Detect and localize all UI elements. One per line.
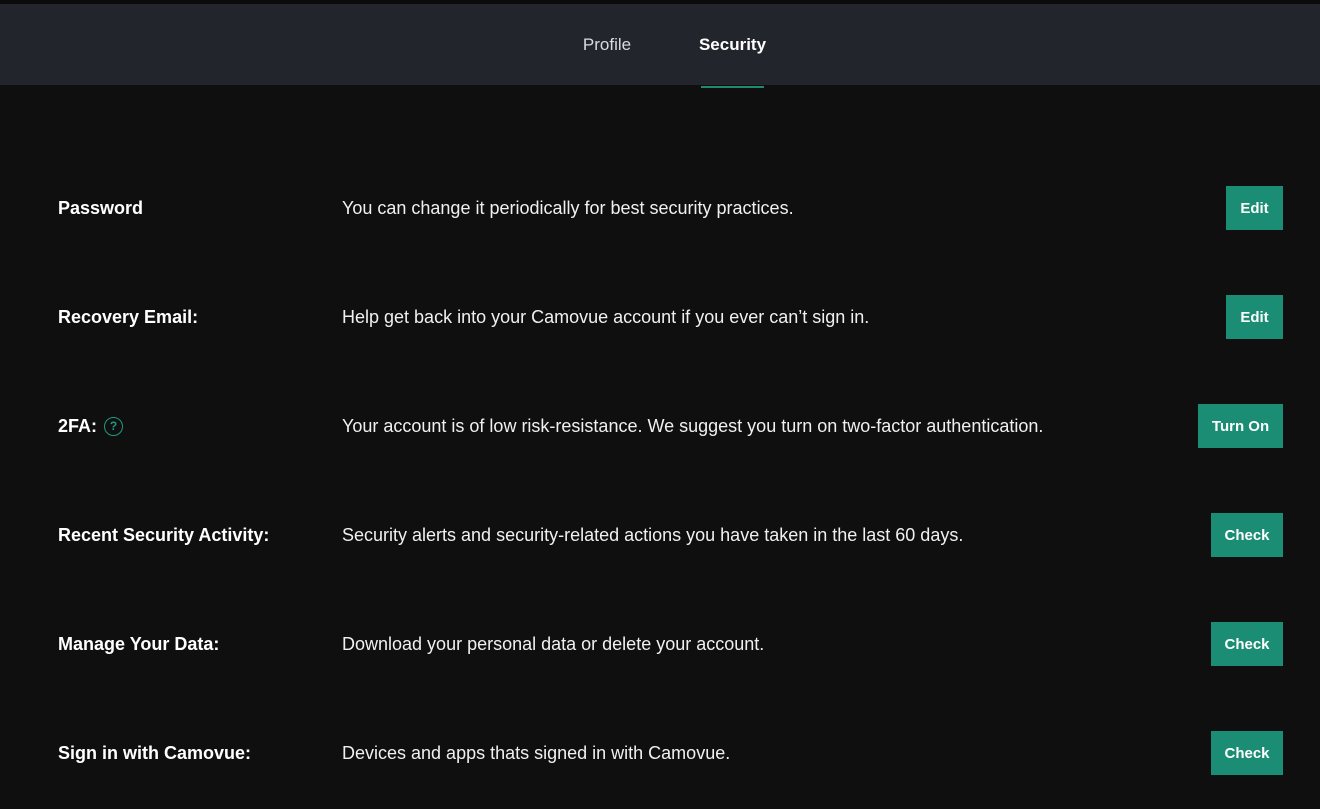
row-description: Download your personal data or delete yo… (342, 633, 765, 654)
edit-recovery-email-button[interactable]: Edit (1226, 295, 1283, 339)
active-tab-indicator (701, 86, 764, 88)
security-row-recent-activity: Recent Security Activity: Security alert… (0, 512, 1320, 558)
check-manage-data-button[interactable]: Check (1211, 622, 1283, 666)
row-label: Recent Security Activity: (58, 524, 270, 545)
check-recent-activity-button[interactable]: Check (1211, 513, 1283, 557)
row-label: 2FA: (58, 415, 98, 436)
turn-on-2fa-button[interactable]: Turn On (1198, 404, 1283, 448)
tab-security[interactable]: Security (699, 4, 766, 85)
row-label: Recovery Email: (58, 306, 199, 327)
tab-profile[interactable]: Profile (578, 4, 636, 85)
row-label: Sign in with Camovue: (58, 742, 252, 763)
tab-bar: Profile Security (0, 4, 1320, 88)
row-description: Help get back into your Camovue account … (342, 306, 870, 327)
security-row-manage-data: Manage Your Data: Download your personal… (0, 621, 1320, 667)
row-label: Password (58, 197, 144, 218)
check-signed-in-devices-button[interactable]: Check (1211, 731, 1283, 775)
security-row-password: Password You can change it periodically … (0, 185, 1320, 231)
security-row-sign-in-with: Sign in with Camovue: Devices and apps t… (0, 730, 1320, 776)
row-description: Security alerts and security-related act… (342, 524, 964, 545)
security-row-2fa: 2FA: ? Your account is of low risk-resis… (0, 403, 1320, 449)
row-label: Manage Your Data: (58, 633, 220, 654)
row-description: Devices and apps thats signed in with Ca… (342, 742, 731, 763)
question-circle-icon[interactable]: ? (104, 416, 124, 436)
row-label-container: 2FA: ? (58, 403, 124, 449)
row-description: You can change it periodically for best … (342, 197, 794, 218)
edit-password-button[interactable]: Edit (1226, 186, 1283, 230)
row-description: Your account is of low risk-resistance. … (342, 415, 1044, 436)
security-row-recovery-email: Recovery Email: Help get back into your … (0, 294, 1320, 340)
